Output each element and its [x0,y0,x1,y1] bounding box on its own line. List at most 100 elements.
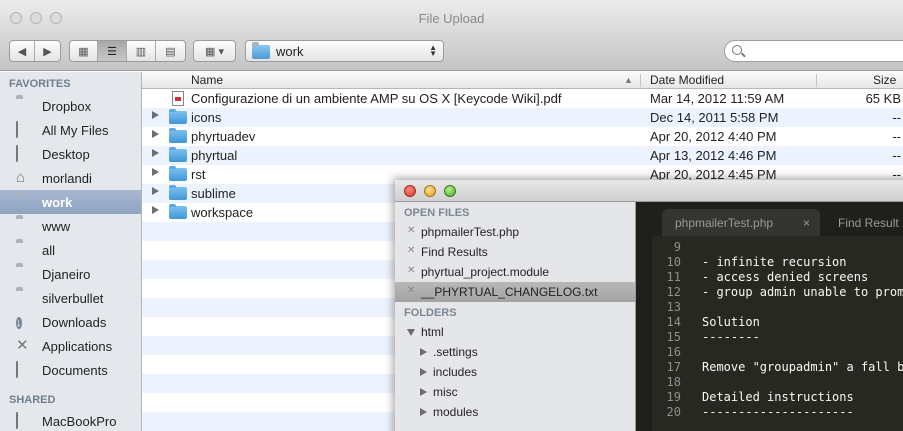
open-file-item[interactable]: ✕ Find Results [395,242,635,262]
arrange-icon: ▦ ▾ [205,45,224,58]
code-editor[interactable]: 9 10 - infinite recursion 11 - access de… [652,236,903,431]
back-button[interactable]: ◀ [10,41,35,61]
coverflow-view-button[interactable]: ▤ [156,41,185,61]
column-view-button[interactable]: ▥ [127,41,156,61]
tab-phpmailertest[interactable]: phpmailerTest.php × [662,209,820,236]
sublime-titlebar [395,180,903,202]
folder-icon [169,128,187,143]
sidebar-item-djaneiro[interactable]: Djaneiro [0,262,141,286]
open-file-item[interactable]: ✕ __PHYRTUAL_CHANGELOG.txt [395,282,635,302]
sidebar-item-dropbox[interactable]: Dropbox [0,94,141,118]
list-view-icon: ☰ [107,45,117,58]
tab-bar: phpmailerTest.php × Find Result [652,202,903,236]
disclosure-triangle-icon[interactable] [152,206,159,214]
favorites-header: FAVORITES [9,78,71,90]
open-file-item[interactable]: ✕ phyrtual_project.module [395,262,635,282]
sidebar-item-all-my-files[interactable]: All My Files [0,118,141,142]
finder-titlebar: File Upload [0,0,903,38]
all-files-icon [16,121,35,138]
folder-item[interactable]: modules [395,402,635,422]
sidebar-item-macbookpro[interactable]: MacBookPro [0,409,141,431]
pdf-file-icon [172,91,184,106]
column-view-icon: ▥ [135,45,147,58]
close-icon[interactable]: ✕ [407,285,415,296]
file-row[interactable]: phyrtual Apr 13, 2012 4:46 PM -- [142,146,903,165]
sidebar-item-applications[interactable]: ✕ Applications [0,334,141,358]
column-name-header[interactable]: Name [191,73,223,87]
folder-icon [252,42,270,59]
column-header: Name ▲ Date Modified Size [142,72,903,89]
sidebar-item-morlandi[interactable]: ⌂ morlandi [0,166,141,190]
folder-item[interactable]: includes [395,362,635,382]
column-divider[interactable] [816,74,817,87]
folder-icon [169,147,187,162]
downloads-icon: ↓ [16,317,22,329]
path-popup[interactable]: work ▲ ▼ [245,40,444,62]
sidebar-item-silverbullet[interactable]: silverbullet [0,286,141,310]
disclosure-triangle-icon[interactable] [152,111,159,119]
chevron-left-icon: ◀ [17,45,27,58]
window-title: File Upload [418,11,485,26]
file-row[interactable]: phyrtuadev Apr 20, 2012 4:40 PM -- [142,127,903,146]
folder-icon [16,218,35,234]
close-icon[interactable]: × [803,216,810,230]
minimize-button[interactable] [424,185,436,197]
desktop-icon [16,145,35,162]
column-divider[interactable] [640,74,641,87]
close-icon[interactable]: ✕ [407,245,415,256]
close-button[interactable] [404,185,416,197]
tab-find-results[interactable]: Find Result [832,209,903,236]
computer-icon [16,412,35,429]
home-icon: ⌂ [16,169,26,186]
close-icon[interactable]: ✕ [407,225,415,236]
sidebar-scrollbar[interactable] [636,202,652,431]
folder-item-html[interactable]: html [395,322,635,342]
nav-buttons: ◀ ▶ [9,40,61,62]
zoom-button[interactable] [444,185,456,197]
sidebar-item-desktop[interactable]: Desktop [0,142,141,166]
list-view-button[interactable]: ☰ [98,41,127,61]
folder-item[interactable]: .settings [395,342,635,362]
open-file-item[interactable]: ✕ phpmailerTest.php [395,222,635,242]
disclosure-triangle-icon[interactable] [152,187,159,195]
disclosure-triangle-icon[interactable] [152,130,159,138]
folder-icon [169,204,187,219]
disclosure-triangle-icon[interactable] [152,149,159,157]
shared-header: SHARED [9,394,56,406]
file-row[interactable]: icons Dec 14, 2011 5:58 PM -- [142,108,903,127]
folders-header: FOLDERS [404,307,457,319]
forward-button[interactable]: ▶ [35,41,60,61]
sidebar-item-work[interactable]: work [0,190,141,214]
sidebar-item-downloads[interactable]: ↓ Downloads [0,310,141,334]
disclosure-triangle-icon[interactable] [420,408,427,416]
column-size-header[interactable]: Size [873,73,896,87]
folder-icon [169,109,187,124]
folder-icon [16,98,35,114]
close-icon[interactable]: ✕ [407,265,415,276]
disclosure-triangle-icon[interactable] [152,168,159,176]
search-input[interactable] [724,40,903,62]
disclosure-triangle-icon[interactable] [420,348,427,356]
arrange-button[interactable]: ▦ ▾ [193,40,236,62]
column-date-header[interactable]: Date Modified [650,73,724,87]
disclosure-triangle-icon[interactable] [420,368,427,376]
folder-item[interactable]: misc [395,382,635,402]
sidebar-item-documents[interactable]: Documents [0,358,141,382]
sidebar-item-www[interactable]: www [0,214,141,238]
folder-icon [169,166,187,181]
coverflow-view-icon: ▤ [165,45,176,58]
folder-icon [16,194,35,210]
search-icon [732,45,742,55]
disclosure-triangle-icon[interactable] [420,388,427,396]
icon-view-button[interactable]: ▦ [70,41,98,61]
sublime-window: OPEN FILES ✕ phpmailerTest.php ✕ Find Resu… [395,180,903,431]
file-row[interactable]: Configurazione di un ambiente AMP su OS … [142,89,903,108]
applications-icon: ✕ [16,337,29,354]
path-label: work [276,43,304,59]
disclosure-triangle-icon[interactable] [407,329,415,336]
open-files-header: OPEN FILES [404,207,470,219]
sublime-sidebar: OPEN FILES ✕ phpmailerTest.php ✕ Find Resu… [395,202,636,431]
sidebar-item-all[interactable]: all [0,238,141,262]
folder-icon [169,185,187,200]
folder-icon [16,290,35,306]
